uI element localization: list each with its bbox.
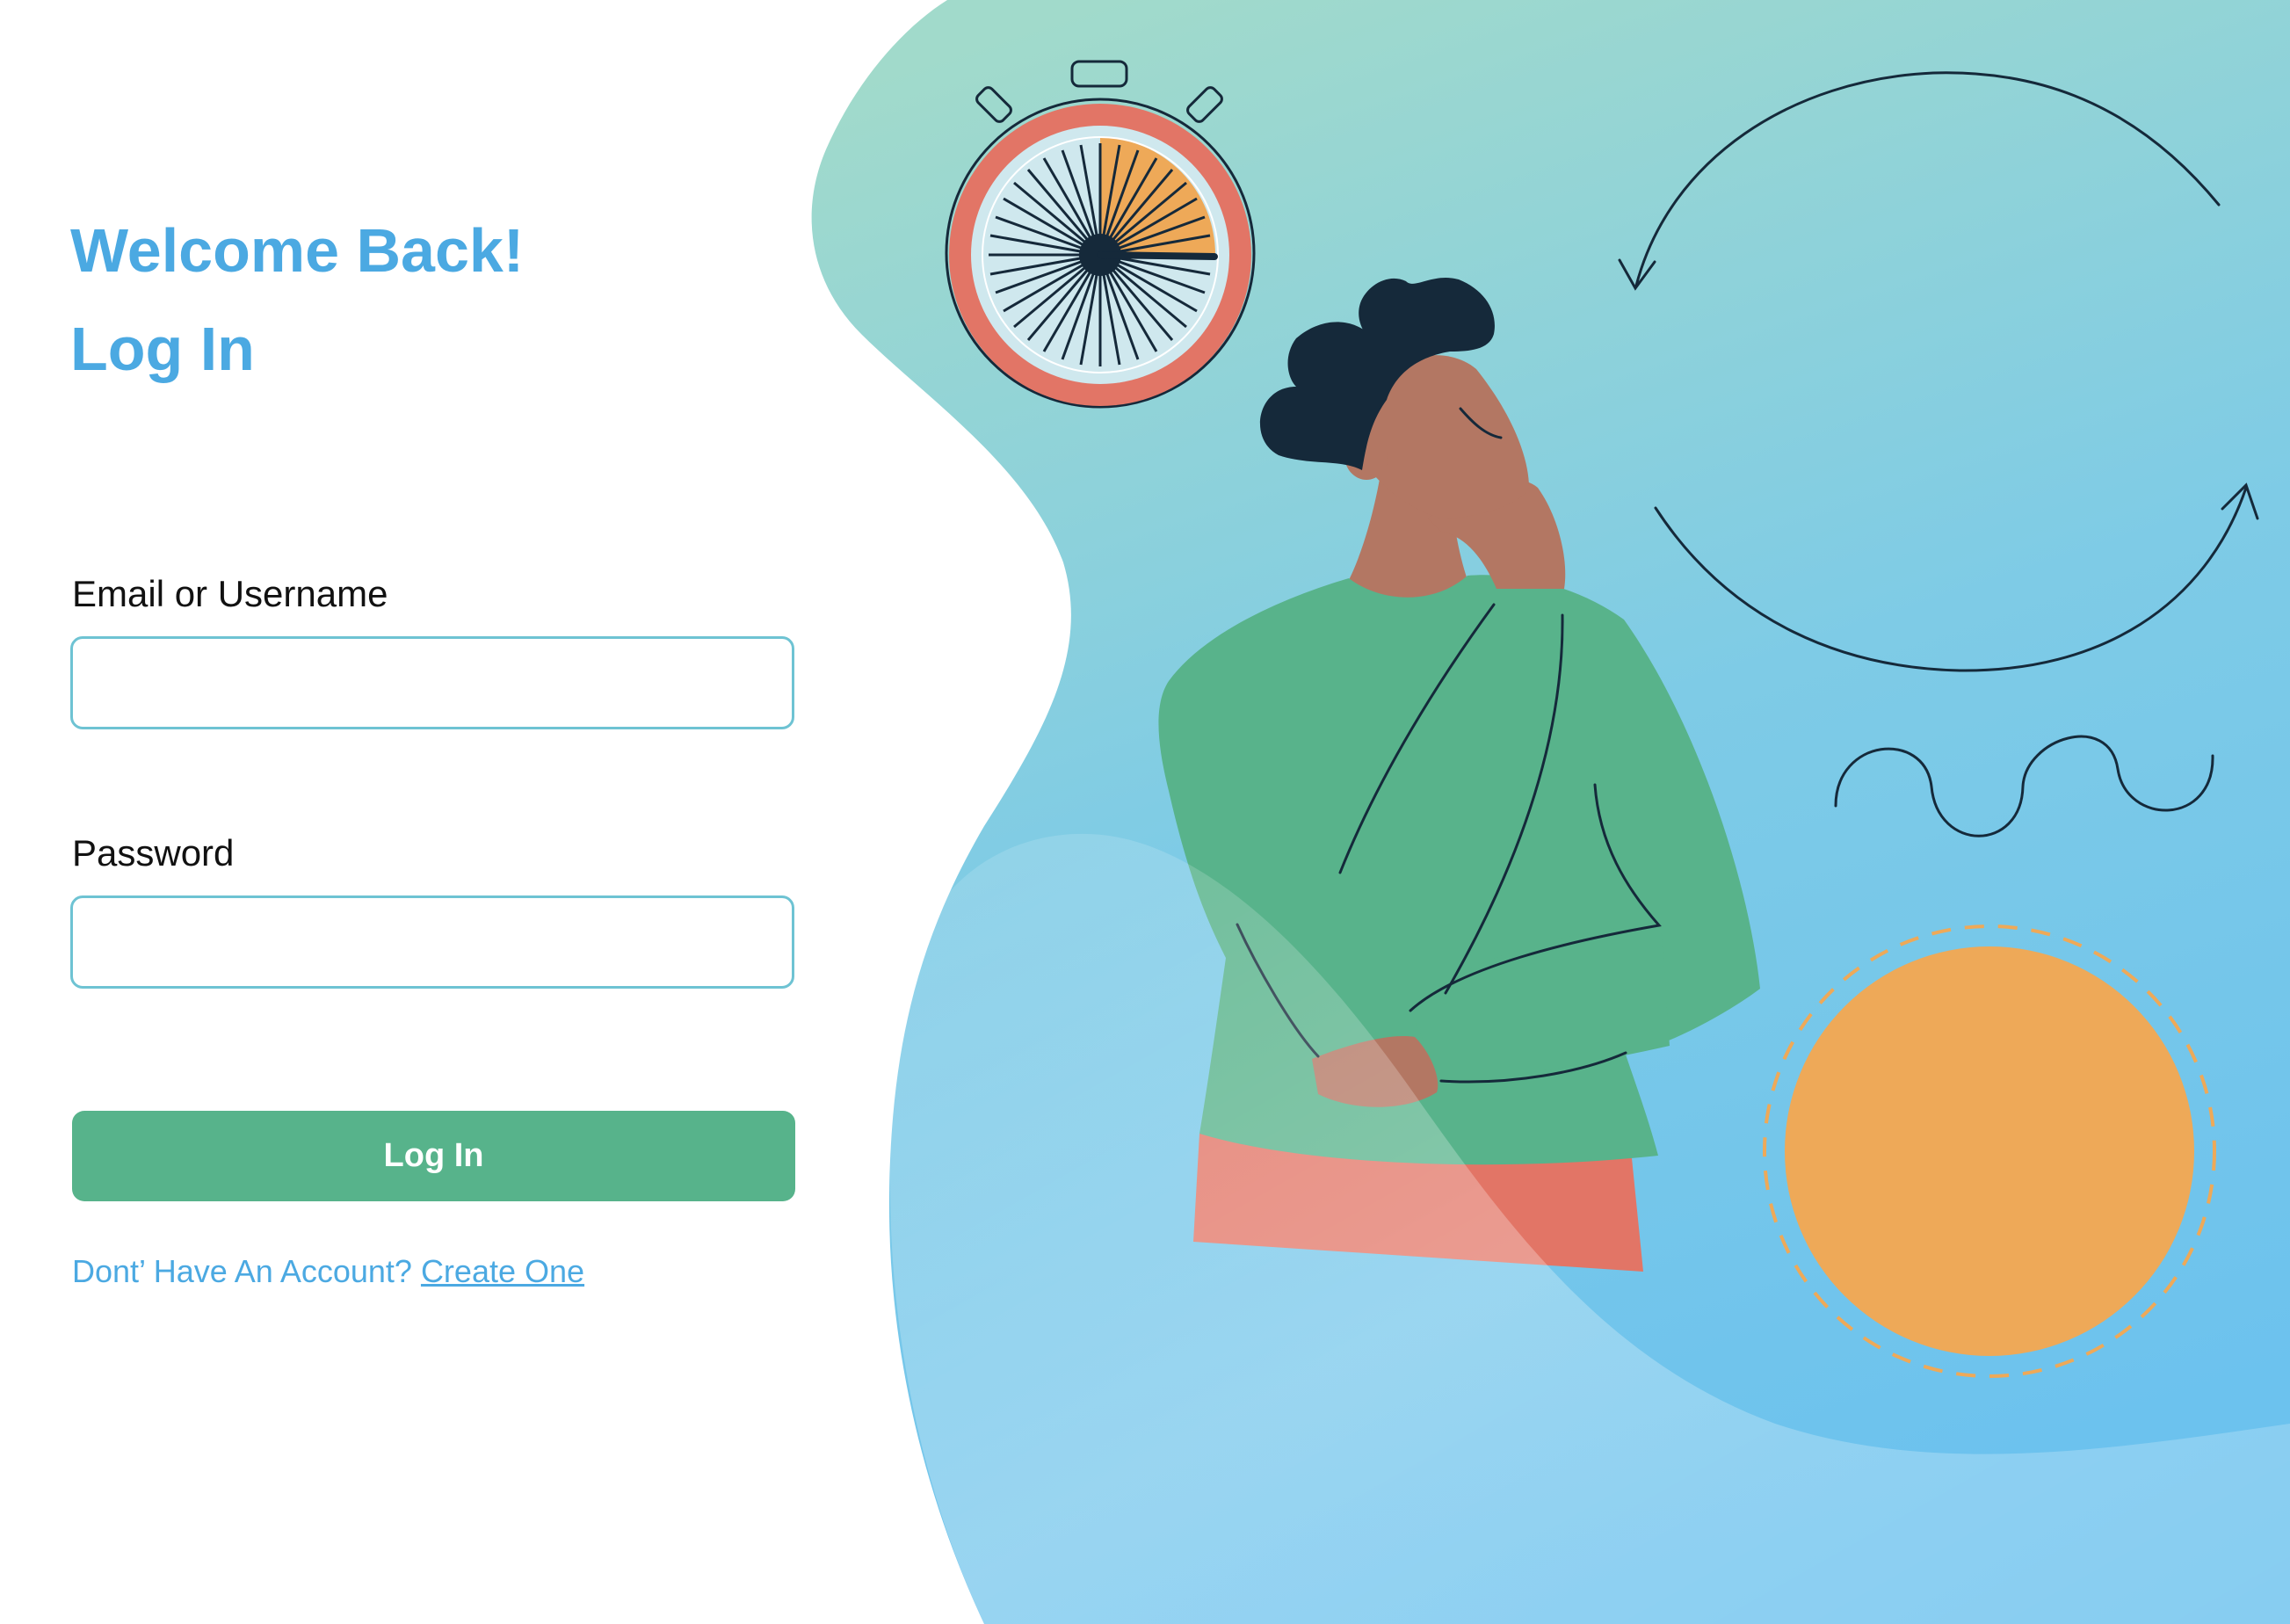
signup-prompt: Dont’ Have An Account? xyxy=(72,1253,412,1289)
password-label: Password xyxy=(72,832,235,874)
welcome-title: Welcome Back! xyxy=(70,216,525,285)
signup-row: Dont’ Have An Account? Create One xyxy=(72,1250,584,1294)
email-label: Email or Username xyxy=(72,573,388,614)
login-button[interactable]: Log In xyxy=(72,1111,795,1201)
email-field[interactable] xyxy=(70,636,794,729)
password-field[interactable] xyxy=(70,895,794,989)
login-subtitle: Log In xyxy=(70,315,255,383)
create-account-link[interactable]: Create One xyxy=(421,1253,584,1289)
